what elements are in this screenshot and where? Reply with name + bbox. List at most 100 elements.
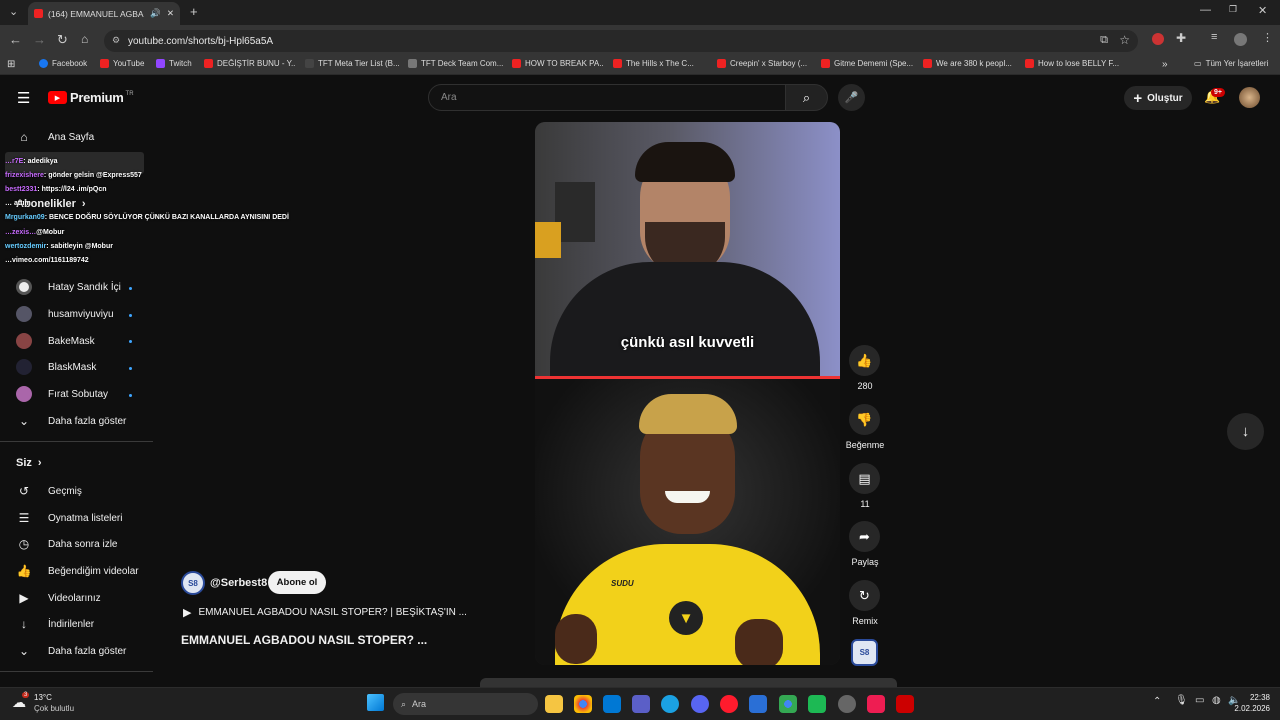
- clock-date[interactable]: 2.02.2026: [1222, 704, 1270, 713]
- dislike-label: Beğenme: [845, 440, 885, 450]
- like-button[interactable]: 👍: [849, 345, 880, 376]
- voice-search-button[interactable]: 🎤: [838, 84, 865, 111]
- sidebar-item-playlists[interactable]: ☰ Oynatma listeleri: [16, 510, 123, 526]
- sidebar-item-watch-later[interactable]: ◷ Daha sonra izle: [16, 536, 118, 552]
- all-bookmarks[interactable]: ▭ Tüm Yer İşaretleri: [1194, 59, 1268, 68]
- sidebar-item-subscription[interactable]: Hatay Sandık İçi: [16, 279, 121, 295]
- bookmark-item[interactable]: Creepin' x Starboy (...: [717, 59, 813, 68]
- file-explorer-icon[interactable]: [545, 695, 563, 713]
- sidebar-item-subscription[interactable]: BlaskMask: [16, 359, 96, 375]
- sidebar-item-your-videos[interactable]: ▶ Videolarınız: [16, 590, 100, 606]
- extension-icon[interactable]: [1152, 33, 1164, 45]
- account-avatar[interactable]: [1239, 87, 1260, 108]
- sidebar-item-subscription[interactable]: BakeMask: [16, 333, 95, 349]
- back-icon[interactable]: ←: [9, 32, 22, 47]
- chat-message: Mrgurkan09: BENCE DOĞRU SÖYLÜYOR ÇÜNKÜ B…: [5, 214, 289, 221]
- sound-channel-thumbnail[interactable]: S8: [851, 639, 878, 666]
- share-button[interactable]: ➦: [849, 521, 880, 552]
- bookmark-item[interactable]: HOW TO BREAK PA...: [512, 59, 604, 68]
- tiktok-icon[interactable]: [867, 695, 885, 713]
- create-label: Oluştur: [1147, 92, 1183, 104]
- clock-time[interactable]: 22:38: [1236, 693, 1270, 702]
- mail-icon[interactable]: [749, 695, 767, 713]
- bookmark-item[interactable]: We are 380 k peopl...: [923, 59, 1019, 68]
- dislike-button[interactable]: 👎: [849, 404, 880, 435]
- tab-close-icon[interactable]: ✕: [167, 8, 174, 19]
- media-control-icon[interactable]: ≡: [1211, 31, 1217, 43]
- sidebar-item-downloads[interactable]: ↓ İndirilenler: [16, 616, 94, 632]
- apps-grid-icon[interactable]: ⊞: [7, 59, 15, 70]
- home-icon[interactable]: ⌂: [81, 32, 88, 46]
- app-icon[interactable]: [808, 695, 826, 713]
- youtube-app-icon[interactable]: [896, 695, 914, 713]
- discord-icon[interactable]: [691, 695, 709, 713]
- edge-icon[interactable]: [661, 695, 679, 713]
- network-icon[interactable]: ◍: [1212, 695, 1221, 706]
- bookmark-item[interactable]: TFT Deck Team Com...: [408, 59, 504, 68]
- chrome-active-icon[interactable]: [779, 695, 797, 713]
- bookmark-item[interactable]: Facebook: [39, 59, 99, 68]
- shorts-video-player[interactable]: çünkü asıl kuvvetli SUDU ▼: [535, 122, 840, 665]
- channel-avatar[interactable]: S8: [181, 571, 205, 595]
- bookmark-star-icon[interactable]: ☆: [1119, 33, 1130, 47]
- bookmark-item[interactable]: The Hills x The C...: [613, 59, 709, 68]
- taskbar-search[interactable]: ⌕ Ara: [393, 693, 538, 715]
- store-icon[interactable]: [603, 695, 621, 713]
- windows-start-icon[interactable]: [367, 694, 384, 711]
- bookmark-item[interactable]: TFT Meta Tier List (B...: [305, 59, 401, 68]
- forward-icon[interactable]: →: [33, 32, 46, 47]
- speaker-icon[interactable]: 🔊: [150, 8, 161, 19]
- next-video-button[interactable]: ↓: [1227, 413, 1264, 450]
- hamburger-menu-icon[interactable]: ☰: [17, 89, 30, 107]
- minimize-icon[interactable]: —: [1200, 4, 1211, 16]
- mic-tray-icon[interactable]: 🎙: [1175, 695, 1188, 706]
- chevron-right-icon: ›: [81, 198, 86, 210]
- youtube-premium-logo[interactable]: ▶ Premium TR: [48, 90, 134, 105]
- menu-kebab-icon[interactable]: ⋮: [1262, 31, 1273, 44]
- address-bar[interactable]: ⚙ youtube.com/shorts/bj-Hpl65a5A ⧉ ☆: [104, 30, 1138, 52]
- channel-handle[interactable]: @Serbest8: [210, 577, 267, 589]
- browser-tab[interactable]: (164) EMMANUEL AGBADO 🔊 ✕: [28, 2, 180, 25]
- tray-chevron-icon[interactable]: ⌃: [1153, 696, 1161, 707]
- weather-badge: 3: [22, 692, 30, 698]
- sidebar-item-subscription[interactable]: Fırat Sobutay: [16, 386, 108, 402]
- bookmark-item[interactable]: Twitch: [156, 59, 206, 68]
- reload-icon[interactable]: ↻: [57, 32, 68, 48]
- new-tab-icon[interactable]: +: [190, 4, 198, 19]
- sidebar-item-history[interactable]: ↺ Geçmiş: [16, 483, 82, 499]
- sidebar-item-subscription[interactable]: husamviyuviyu: [16, 306, 114, 322]
- browser-tab-strip: ⌄ (164) EMMANUEL AGBADO 🔊 ✕ + — ❐ ✕: [0, 0, 1280, 25]
- comments-button[interactable]: ▤: [849, 463, 880, 494]
- tab-search-icon[interactable]: ⌄: [9, 5, 18, 18]
- sidebar-item-liked-videos[interactable]: 👍 Beğendiğim videolar: [16, 563, 139, 579]
- display-icon[interactable]: ▭: [1195, 695, 1204, 706]
- video-description[interactable]: ▶ EMMANUEL AGBADOU NASIL STOPER? | BEŞİK…: [183, 606, 467, 619]
- remix-button[interactable]: ↻: [849, 580, 880, 611]
- chrome-icon[interactable]: [574, 695, 592, 713]
- sidebar-item-home[interactable]: ⌂ Ana Sayfa: [16, 129, 94, 145]
- bookmark-item[interactable]: YouTube: [100, 59, 160, 68]
- bookmark-item[interactable]: How to lose BELLY F...: [1025, 59, 1119, 68]
- you-header[interactable]: Siz ›: [16, 457, 42, 469]
- playlists-icon: ☰: [18, 511, 30, 525]
- show-more-button[interactable]: ⌄ Daha fazla göster: [16, 413, 126, 429]
- create-button[interactable]: + Oluştur: [1124, 86, 1192, 110]
- more-bookmarks-icon[interactable]: »: [1162, 59, 1168, 70]
- extensions-puzzle-icon[interactable]: ✚: [1176, 31, 1186, 45]
- video-title[interactable]: EMMANUEL AGBADOU NASIL STOPER? ...: [181, 633, 427, 647]
- channel-avatar: [16, 386, 32, 402]
- site-info-icon[interactable]: ⚙: [112, 35, 120, 46]
- restore-icon[interactable]: ❐: [1229, 4, 1237, 15]
- show-more-button-2[interactable]: ⌄ Daha fazla göster: [16, 643, 126, 659]
- bookmark-item[interactable]: DEĞİŞTİR BUNU - Y...: [204, 59, 296, 68]
- search-input[interactable]: Ara: [428, 84, 786, 111]
- app-icon[interactable]: [838, 695, 856, 713]
- search-button[interactable]: ⌕: [785, 84, 828, 111]
- install-app-icon[interactable]: ⧉: [1100, 34, 1108, 47]
- teams-icon[interactable]: [632, 695, 650, 713]
- bookmark-item[interactable]: Gitme Dememi (Spe...: [821, 59, 917, 68]
- opera-icon[interactable]: [720, 695, 738, 713]
- profile-avatar[interactable]: [1234, 33, 1247, 46]
- close-window-icon[interactable]: ✕: [1258, 4, 1267, 17]
- subscribe-button[interactable]: Abone ol: [268, 571, 326, 594]
